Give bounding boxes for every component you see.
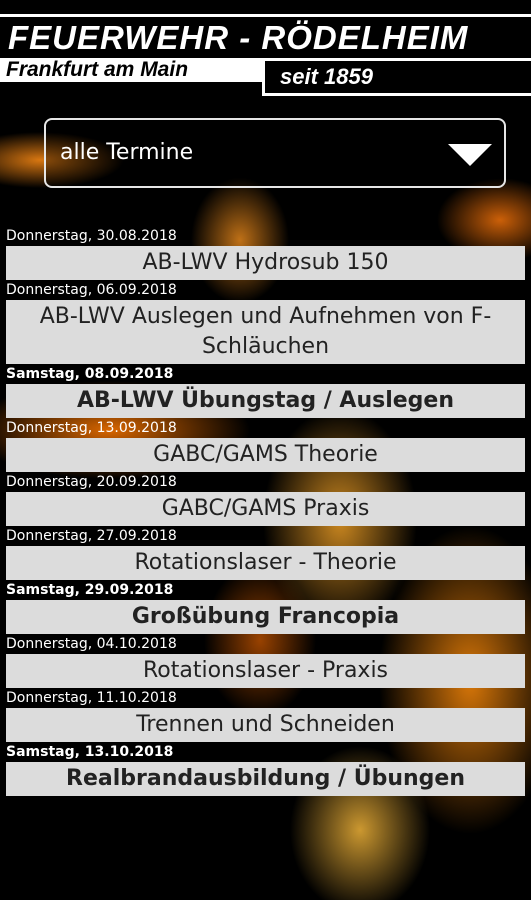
event-title-button[interactable]: Realbrandausbildung / Übungen xyxy=(6,762,525,796)
event-item: Samstag, 29.09.2018 Großübung Francopia xyxy=(0,580,531,634)
event-date: Samstag, 13.10.2018 xyxy=(6,744,174,760)
termine-filter-dropdown[interactable]: alle Termine xyxy=(44,118,506,188)
event-title-button[interactable]: AB-LWV Auslegen und Aufnehmen von F-Schl… xyxy=(6,300,525,364)
event-title-button[interactable]: Rotationslaser - Praxis xyxy=(6,654,525,688)
event-date: Donnerstag, 13.09.2018 xyxy=(6,420,177,436)
event-item: Donnerstag, 30.08.2018 AB-LWV Hydrosub 15… xyxy=(0,226,531,280)
event-date: Samstag, 08.09.2018 xyxy=(6,366,174,382)
event-date: Donnerstag, 11.10.2018 xyxy=(6,690,177,706)
event-date: Donnerstag, 04.10.2018 xyxy=(6,636,177,652)
event-date: Samstag, 29.09.2018 xyxy=(6,582,174,598)
event-date: Donnerstag, 27.09.2018 xyxy=(6,528,177,544)
event-title-button[interactable]: Trennen und Schneiden xyxy=(6,708,525,742)
event-title-button[interactable]: GABC/GAMS Theorie xyxy=(6,438,525,472)
event-date: Donnerstag, 20.09.2018 xyxy=(6,474,177,490)
event-title-button[interactable]: GABC/GAMS Praxis xyxy=(6,492,525,526)
event-date: Donnerstag, 06.09.2018 xyxy=(6,282,177,298)
logo-subtitle: Frankfurt am Main xyxy=(0,58,262,82)
logo-since: seit 1859 xyxy=(280,64,373,89)
event-item: Donnerstag, 06.09.2018 AB-LWV Auslegen un… xyxy=(0,280,531,364)
event-item: Donnerstag, 20.09.2018 GABC/GAMS Praxis xyxy=(0,472,531,526)
event-title-button[interactable]: AB-LWV Hydrosub 150 xyxy=(6,246,525,280)
event-list: Donnerstag, 30.08.2018 AB-LWV Hydrosub 15… xyxy=(0,226,531,796)
event-date: Donnerstag, 30.08.2018 xyxy=(6,228,177,244)
event-item: Donnerstag, 27.09.2018 Rotationslaser - T… xyxy=(0,526,531,580)
event-item: Samstag, 08.09.2018 AB-LWV Übungstag / Au… xyxy=(0,364,531,418)
logo-title: FEUERWEHR - RÖDELHEIM xyxy=(8,19,469,56)
event-title-button[interactable]: AB-LWV Übungstag / Auslegen xyxy=(6,384,525,418)
event-title-button[interactable]: Großübung Francopia xyxy=(6,600,525,634)
logo: FEUERWEHR - RÖDELHEIM Frankfurt am Main … xyxy=(0,0,531,98)
logo-top-line xyxy=(0,14,531,17)
event-item: Donnerstag, 04.10.2018 Rotationslaser - P… xyxy=(0,634,531,688)
event-item: Samstag, 13.10.2018 Realbrandausbildung /… xyxy=(0,742,531,796)
chevron-down-icon xyxy=(448,144,492,166)
event-title-button[interactable]: Rotationslaser - Theorie xyxy=(6,546,525,580)
event-item: Donnerstag, 13.09.2018 GABC/GAMS Theorie xyxy=(0,418,531,472)
event-item: Donnerstag, 11.10.2018 Trennen und Schnei… xyxy=(0,688,531,742)
filter-selected-label: alle Termine xyxy=(60,140,194,165)
